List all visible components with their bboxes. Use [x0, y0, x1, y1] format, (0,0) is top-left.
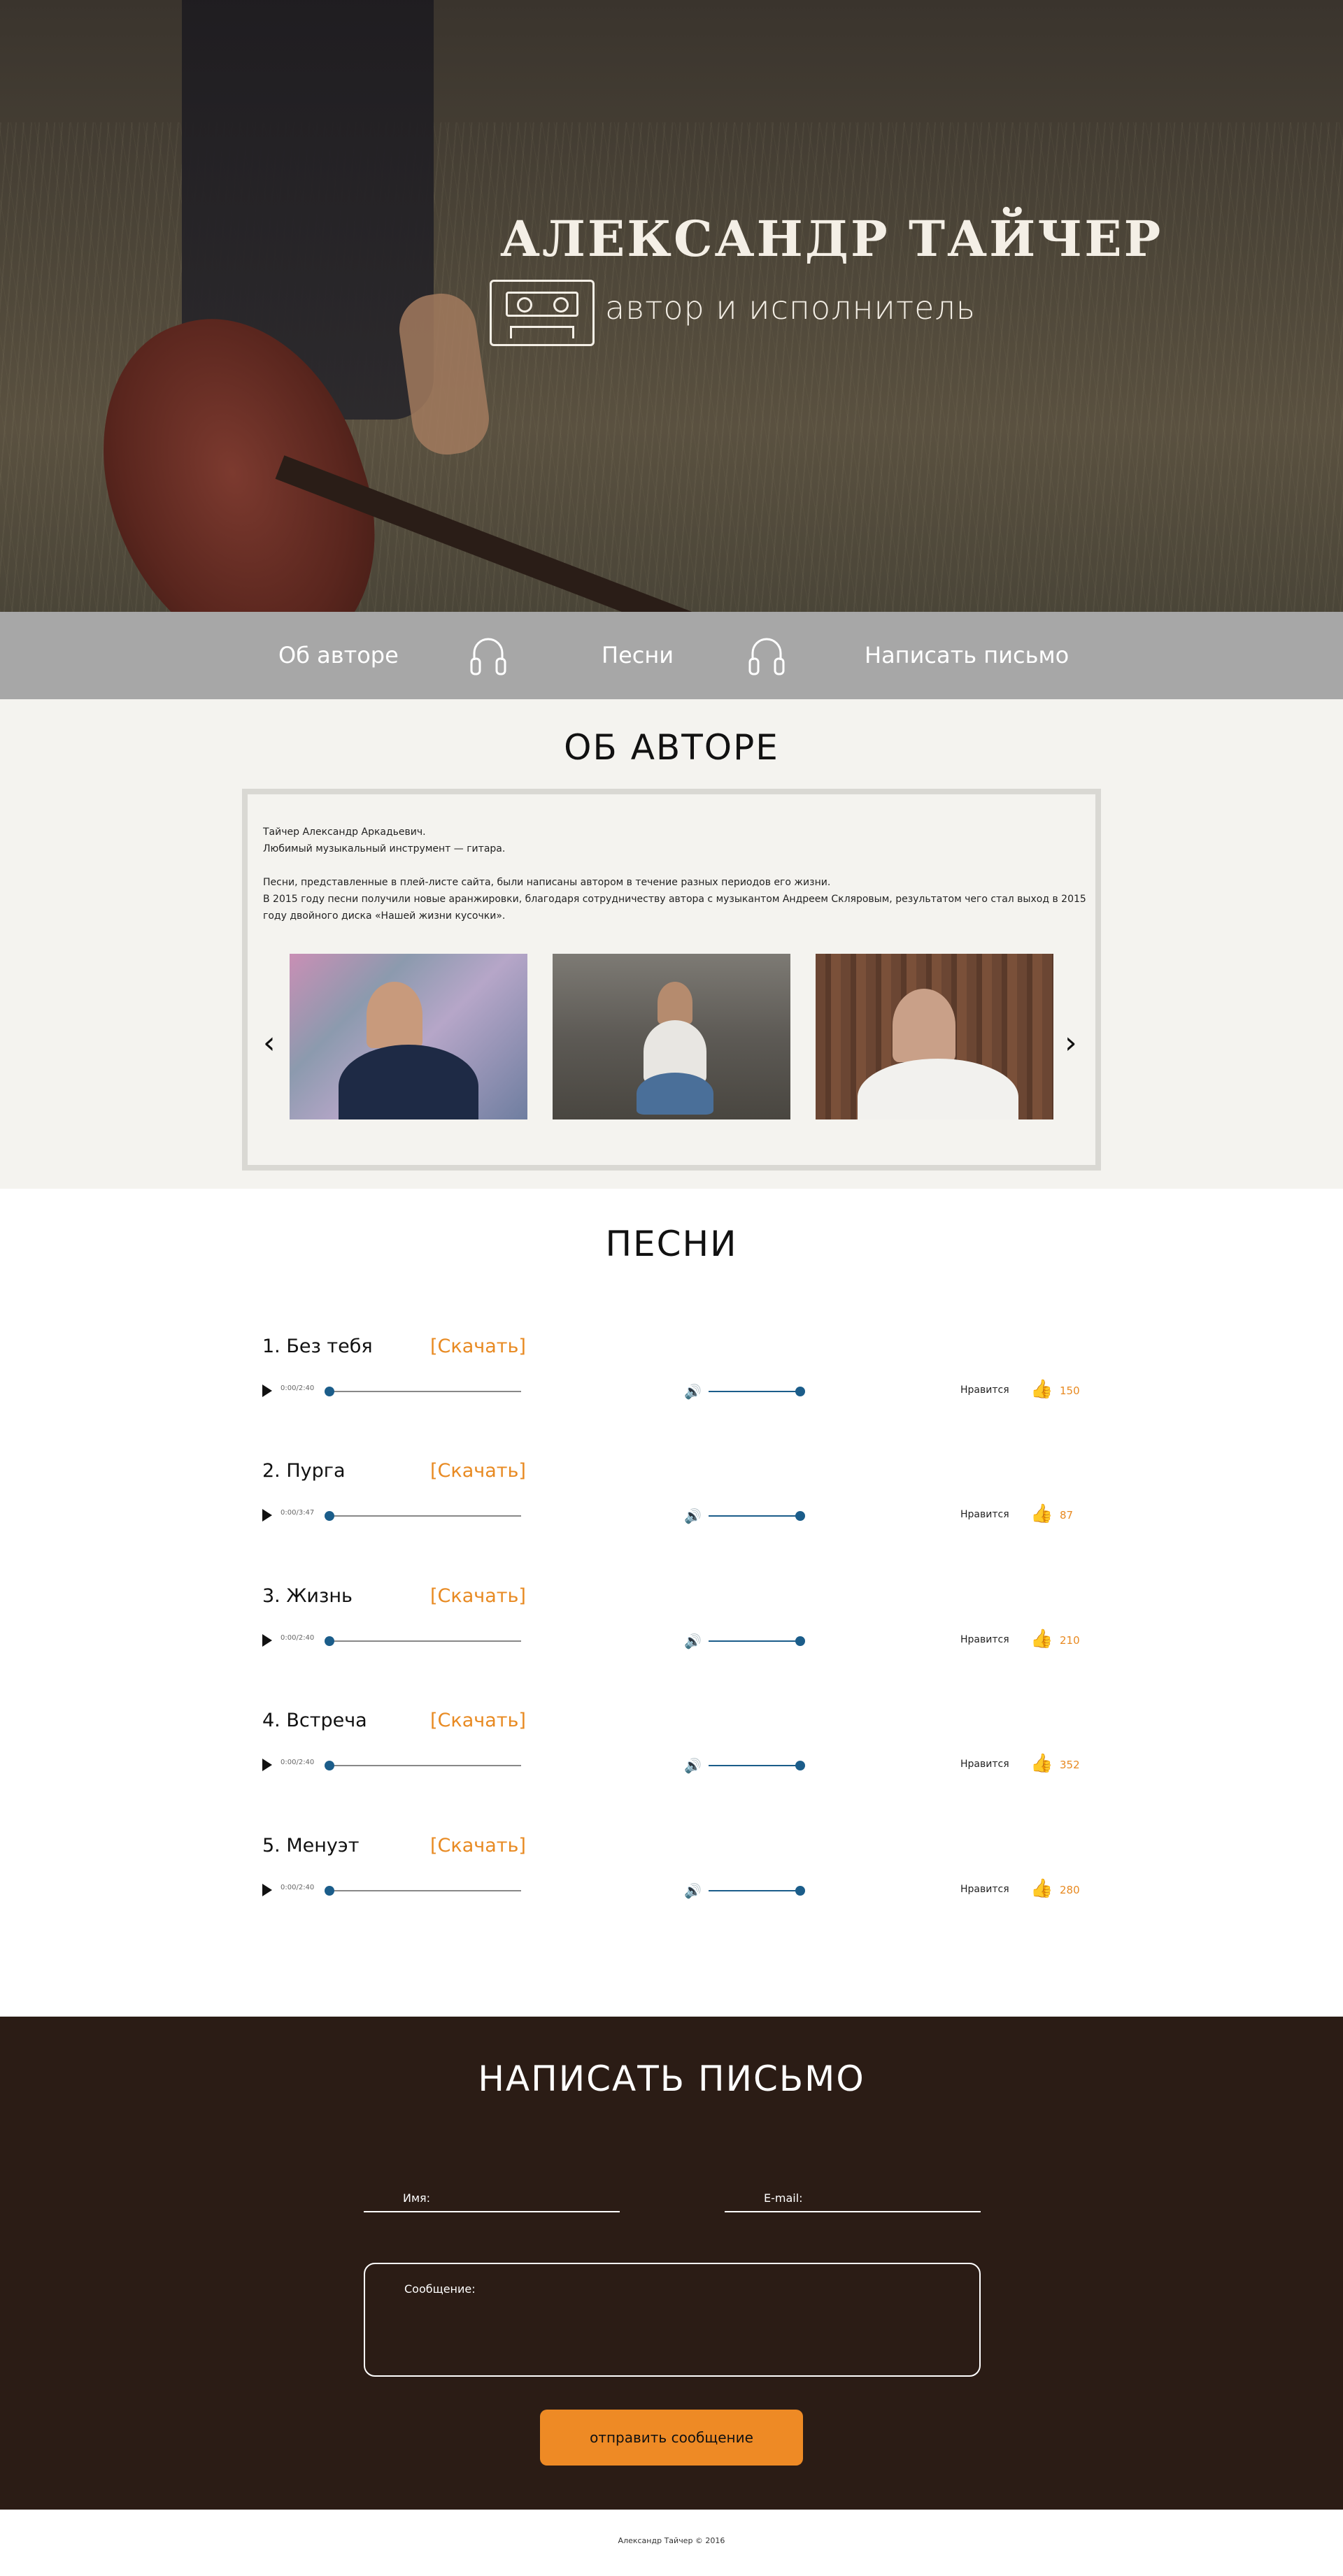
- thumbs-up-icon[interactable]: 👍: [1030, 1878, 1053, 1899]
- volume-slider[interactable]: [709, 1511, 805, 1521]
- like-count: 87: [1060, 1509, 1074, 1522]
- volume-slider[interactable]: [709, 1636, 805, 1646]
- play-icon[interactable]: [262, 1884, 272, 1896]
- play-icon[interactable]: [262, 1384, 272, 1397]
- like-label: Нравится: [960, 1509, 1009, 1520]
- nav-item-songs[interactable]: Песни: [602, 612, 674, 699]
- song-item: 4. Встреча [Скачать] 0:00/2:40 🔊 Нравитс…: [262, 1710, 1088, 1794]
- play-icon[interactable]: [262, 1634, 272, 1647]
- like-label: Нравится: [960, 1384, 1009, 1396]
- song-time: 0:00/2:40: [280, 1384, 315, 1392]
- song-title: 3. Жизнь: [262, 1585, 353, 1607]
- about-line: Тайчер Александр Аркадьевич.: [263, 827, 426, 838]
- download-link[interactable]: [Скачать]: [430, 1710, 526, 1731]
- message-placeholder: Сообщение:: [404, 2282, 476, 2296]
- volume-slider[interactable]: [709, 1761, 805, 1770]
- progress-slider[interactable]: [325, 1636, 521, 1646]
- like-count: 352: [1060, 1759, 1080, 1771]
- message-field[interactable]: Сообщение:: [364, 2263, 981, 2377]
- send-button[interactable]: отправить сообщение: [540, 2410, 803, 2466]
- song-title: 2. Пурга: [262, 1460, 346, 1482]
- like-label: Нравится: [960, 1759, 1009, 1770]
- copyright-text: Александр Тайчер © 2016: [618, 2536, 725, 2545]
- about-line: Песни, представленные в плей-листе сайта…: [263, 877, 831, 888]
- site-title: АЛЕКСАНДР ТАЙЧЕР: [500, 210, 1163, 268]
- gallery-next-icon[interactable]: ›: [1065, 1025, 1077, 1061]
- gallery-prev-icon[interactable]: ‹: [263, 1025, 276, 1061]
- email-field[interactable]: E-mail:: [725, 2184, 981, 2212]
- contact-section: НАПИСАТЬ ПИСЬМО Имя: E-mail: Сообщение: …: [0, 2017, 1343, 2510]
- download-link[interactable]: [Скачать]: [430, 1460, 526, 1482]
- song-time: 0:00/2:40: [280, 1759, 315, 1766]
- song-time: 0:00/3:47: [280, 1509, 315, 1517]
- song-item: 5. Менуэт [Скачать] 0:00/2:40 🔊 Нравится…: [262, 1835, 1088, 1919]
- volume-icon[interactable]: 🔊: [684, 1633, 702, 1650]
- site-subtitle: автор и исполнитель: [605, 289, 976, 327]
- song-item: 1. Без тебя [Скачать] 0:00/2:40 🔊 Нравит…: [262, 1336, 1088, 1419]
- headphones-icon: [470, 638, 506, 675]
- song-item: 3. Жизнь [Скачать] 0:00/2:40 🔊 Нравится …: [262, 1585, 1088, 1669]
- song-time: 0:00/2:40: [280, 1884, 315, 1891]
- download-link[interactable]: [Скачать]: [430, 1585, 526, 1607]
- name-field[interactable]: Имя:: [364, 2184, 620, 2212]
- about-section: ОБ АВТОРЕ Тайчер Александр Аркадьевич. Л…: [0, 699, 1343, 1189]
- like-count: 210: [1060, 1634, 1080, 1647]
- download-link[interactable]: [Скачать]: [430, 1835, 526, 1856]
- play-icon[interactable]: [262, 1759, 272, 1771]
- contact-heading: НАПИСАТЬ ПИСЬМО: [478, 2059, 865, 2099]
- headphones-icon: [748, 638, 785, 675]
- like-count: 150: [1060, 1384, 1080, 1397]
- volume-icon[interactable]: 🔊: [684, 1757, 702, 1774]
- thumbs-up-icon[interactable]: 👍: [1030, 1753, 1053, 1774]
- main-nav: Об авторе Песни Написать письмо: [0, 612, 1343, 699]
- about-line: В 2015 году песни получили новые аранжир…: [263, 894, 1086, 922]
- thumbs-up-icon[interactable]: 👍: [1030, 1629, 1053, 1650]
- progress-slider[interactable]: [325, 1511, 521, 1521]
- name-placeholder: Имя:: [403, 2191, 431, 2205]
- volume-slider[interactable]: [709, 1387, 805, 1396]
- song-title: 5. Менуэт: [262, 1835, 360, 1856]
- songs-heading: ПЕСНИ: [605, 1224, 738, 1264]
- about-line: Любимый музыкальный инструмент — гитара.: [263, 843, 506, 854]
- about-heading: ОБ АВТОРЕ: [564, 727, 779, 768]
- progress-slider[interactable]: [325, 1387, 521, 1396]
- volume-icon[interactable]: 🔊: [684, 1508, 702, 1524]
- song-title: 4. Встреча: [262, 1710, 367, 1731]
- hero-banner: АЛЕКСАНДР ТАЙЧЕР автор и исполнитель: [0, 0, 1343, 612]
- thumbs-up-icon[interactable]: 👍: [1030, 1503, 1053, 1524]
- volume-icon[interactable]: 🔊: [684, 1882, 702, 1899]
- author-photo: [290, 954, 527, 1119]
- nav-item-contact[interactable]: Написать письмо: [865, 612, 1069, 699]
- progress-slider[interactable]: [325, 1761, 521, 1770]
- play-icon[interactable]: [262, 1509, 272, 1522]
- email-placeholder: E-mail:: [764, 2191, 803, 2205]
- about-box: Тайчер Александр Аркадьевич. Любимый муз…: [242, 789, 1101, 1171]
- songs-section: ПЕСНИ 1. Без тебя [Скачать] 0:00/2:40 🔊 …: [0, 1189, 1343, 2017]
- about-text: Тайчер Александр Аркадьевич. Любимый муз…: [263, 824, 1088, 924]
- author-photo: [553, 954, 790, 1119]
- nav-item-about[interactable]: Об авторе: [278, 612, 399, 699]
- like-label: Нравится: [960, 1634, 1009, 1645]
- volume-slider[interactable]: [709, 1886, 805, 1896]
- author-photo: [816, 954, 1053, 1119]
- song-title: 1. Без тебя: [262, 1336, 373, 1357]
- song-time: 0:00/2:40: [280, 1634, 315, 1642]
- like-label: Нравится: [960, 1884, 1009, 1895]
- volume-icon[interactable]: 🔊: [684, 1383, 702, 1400]
- thumbs-up-icon[interactable]: 👍: [1030, 1379, 1053, 1400]
- footer: Александр Тайчер © 2016: [0, 2510, 1343, 2576]
- download-link[interactable]: [Скачать]: [430, 1336, 526, 1357]
- cassette-icon: [490, 280, 595, 346]
- like-count: 280: [1060, 1884, 1080, 1896]
- song-item: 2. Пурга [Скачать] 0:00/3:47 🔊 Нравится …: [262, 1460, 1088, 1544]
- progress-slider[interactable]: [325, 1886, 521, 1896]
